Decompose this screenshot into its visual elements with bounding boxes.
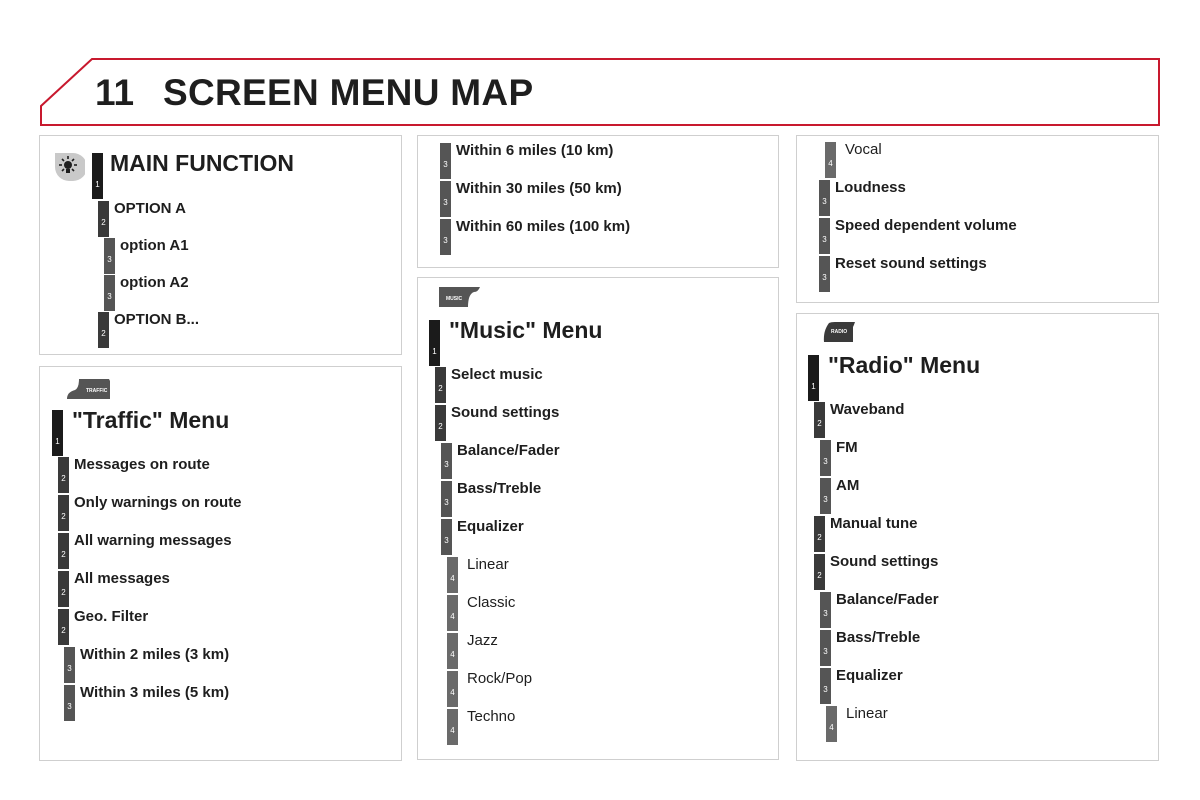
level-badge: 2 — [814, 402, 825, 438]
music-tab-icon: MUSIC — [439, 287, 480, 307]
level-badge: 2 — [58, 533, 69, 569]
menu-item-label: Within 60 miles (100 km) — [456, 218, 631, 235]
menu-item-label: Rock/Pop — [467, 670, 533, 687]
level-badge: 2 — [98, 201, 109, 237]
level-badge: 2 — [58, 495, 69, 531]
menu-item-label: Within 30 miles (50 km) — [456, 180, 622, 197]
level-badge: 4 — [447, 557, 458, 593]
menu-item-label: Vocal — [845, 141, 882, 158]
menu-item-label: Within 2 miles (3 km) — [80, 646, 230, 663]
menu-item-label: Geo. Filter — [74, 608, 149, 625]
level-badge: 3 — [64, 685, 75, 721]
traffic-tab-icon: TRAFFIC — [67, 379, 110, 399]
level-badge: 1 — [52, 410, 63, 456]
level-badge: 2 — [58, 457, 69, 493]
menu-item-label: Loudness — [835, 179, 906, 196]
level-badge: 3 — [441, 443, 452, 479]
menu-item-label: "Radio" Menu — [828, 352, 981, 378]
menu-item-label: FM — [836, 439, 858, 456]
level-badge: 3 — [441, 519, 452, 555]
level-badge: 3 — [64, 647, 75, 683]
level-badge: 1 — [92, 153, 103, 199]
menu-item-label: Sound settings — [451, 404, 560, 421]
menu-item-label: MAIN FUNCTION — [110, 150, 294, 176]
level-badge: 3 — [820, 478, 831, 514]
level-badge: 4 — [826, 706, 837, 742]
level-badge: 1 — [808, 355, 819, 401]
level-badge: 2 — [435, 367, 446, 403]
menu-item-label: Equalizer — [457, 518, 524, 535]
menu-item-label: Manual tune — [830, 515, 918, 532]
menu-item-label: Techno — [467, 708, 516, 725]
menu-item-label: Messages on route — [74, 456, 210, 473]
chapter-number: 11 — [95, 72, 135, 113]
menu-item-label: Speed dependent volume — [835, 217, 1017, 234]
menu-item-label: "Traffic" Menu — [72, 407, 230, 433]
menu-item-label: Within 6 miles (10 km) — [456, 142, 614, 159]
menu-item-label: Bass/Treble — [836, 629, 921, 646]
menu-item-label: option A2 — [120, 274, 189, 291]
menu-item-label: OPTION B... — [114, 311, 200, 328]
level-badge: 3 — [820, 592, 831, 628]
level-badge: 4 — [447, 671, 458, 707]
light-bulb-settings-icon — [55, 153, 85, 181]
page-header: 11 SCREEN MENU MAP — [40, 58, 1160, 126]
menu-item-label: Sound settings — [830, 553, 939, 570]
menu-item-label: Waveband — [830, 401, 905, 418]
level-badge: 2 — [435, 405, 446, 441]
menu-item-label: OPTION A — [114, 200, 186, 217]
level-badge: 2 — [58, 609, 69, 645]
menu-item-label: Bass/Treble — [457, 480, 542, 497]
level-badge: 2 — [814, 516, 825, 552]
menu-item-label: Equalizer — [836, 667, 903, 684]
level-badge: 3 — [819, 218, 830, 254]
menu-item-label: Linear — [846, 705, 888, 722]
menu-item-label: Select music — [451, 366, 543, 383]
radio-menu-panel: RADIO — [796, 313, 1159, 761]
level-badge: 3 — [104, 275, 115, 311]
level-badge: 3 — [820, 668, 831, 704]
menu-item-label: All warning messages — [74, 532, 232, 549]
menu-item-label: All messages — [74, 570, 170, 587]
level-badge: 3 — [440, 219, 451, 255]
menu-item-label: Linear — [467, 556, 509, 573]
level-badge: 2 — [58, 571, 69, 607]
level-badge: 3 — [441, 481, 452, 517]
level-badge: 4 — [825, 142, 836, 178]
menu-item-label: Balance/Fader — [836, 591, 939, 608]
level-badge: 3 — [104, 238, 115, 274]
traffic-tab-label: TRAFFIC — [86, 388, 108, 394]
menu-item-label: Jazz — [467, 632, 498, 649]
level-badge: 3 — [440, 143, 451, 179]
level-badge: 3 — [819, 256, 830, 292]
level-badge: 4 — [447, 595, 458, 631]
level-badge: 3 — [440, 181, 451, 217]
menu-item-label: Balance/Fader — [457, 442, 560, 459]
menu-item-label: Classic — [467, 594, 516, 611]
level-badge: 3 — [819, 180, 830, 216]
radio-tab-label: RADIO — [831, 329, 847, 335]
menu-item-label: Reset sound settings — [835, 255, 987, 272]
level-badge: 2 — [98, 312, 109, 348]
page-title: SCREEN MENU MAP — [163, 72, 534, 113]
menu-item-label: option A1 — [120, 237, 189, 254]
music-tab-label: MUSIC — [446, 296, 463, 302]
level-badge: 3 — [820, 440, 831, 476]
legend-panel: 1 MAIN FUNCTION 2 OPTION A 3 option A1 3… — [39, 135, 402, 355]
level-badge: 4 — [447, 633, 458, 669]
menu-item-label: AM — [836, 477, 860, 494]
level-badge: 4 — [447, 709, 458, 745]
menu-item-label: "Music" Menu — [449, 317, 603, 343]
radio-tab-icon: RADIO — [823, 322, 855, 342]
level-badge: 2 — [814, 554, 825, 590]
level-badge: 1 — [429, 320, 440, 366]
level-badge: 3 — [820, 630, 831, 666]
menu-item-label: Within 3 miles (5 km) — [80, 684, 230, 701]
menu-item-label: Only warnings on route — [74, 494, 242, 511]
